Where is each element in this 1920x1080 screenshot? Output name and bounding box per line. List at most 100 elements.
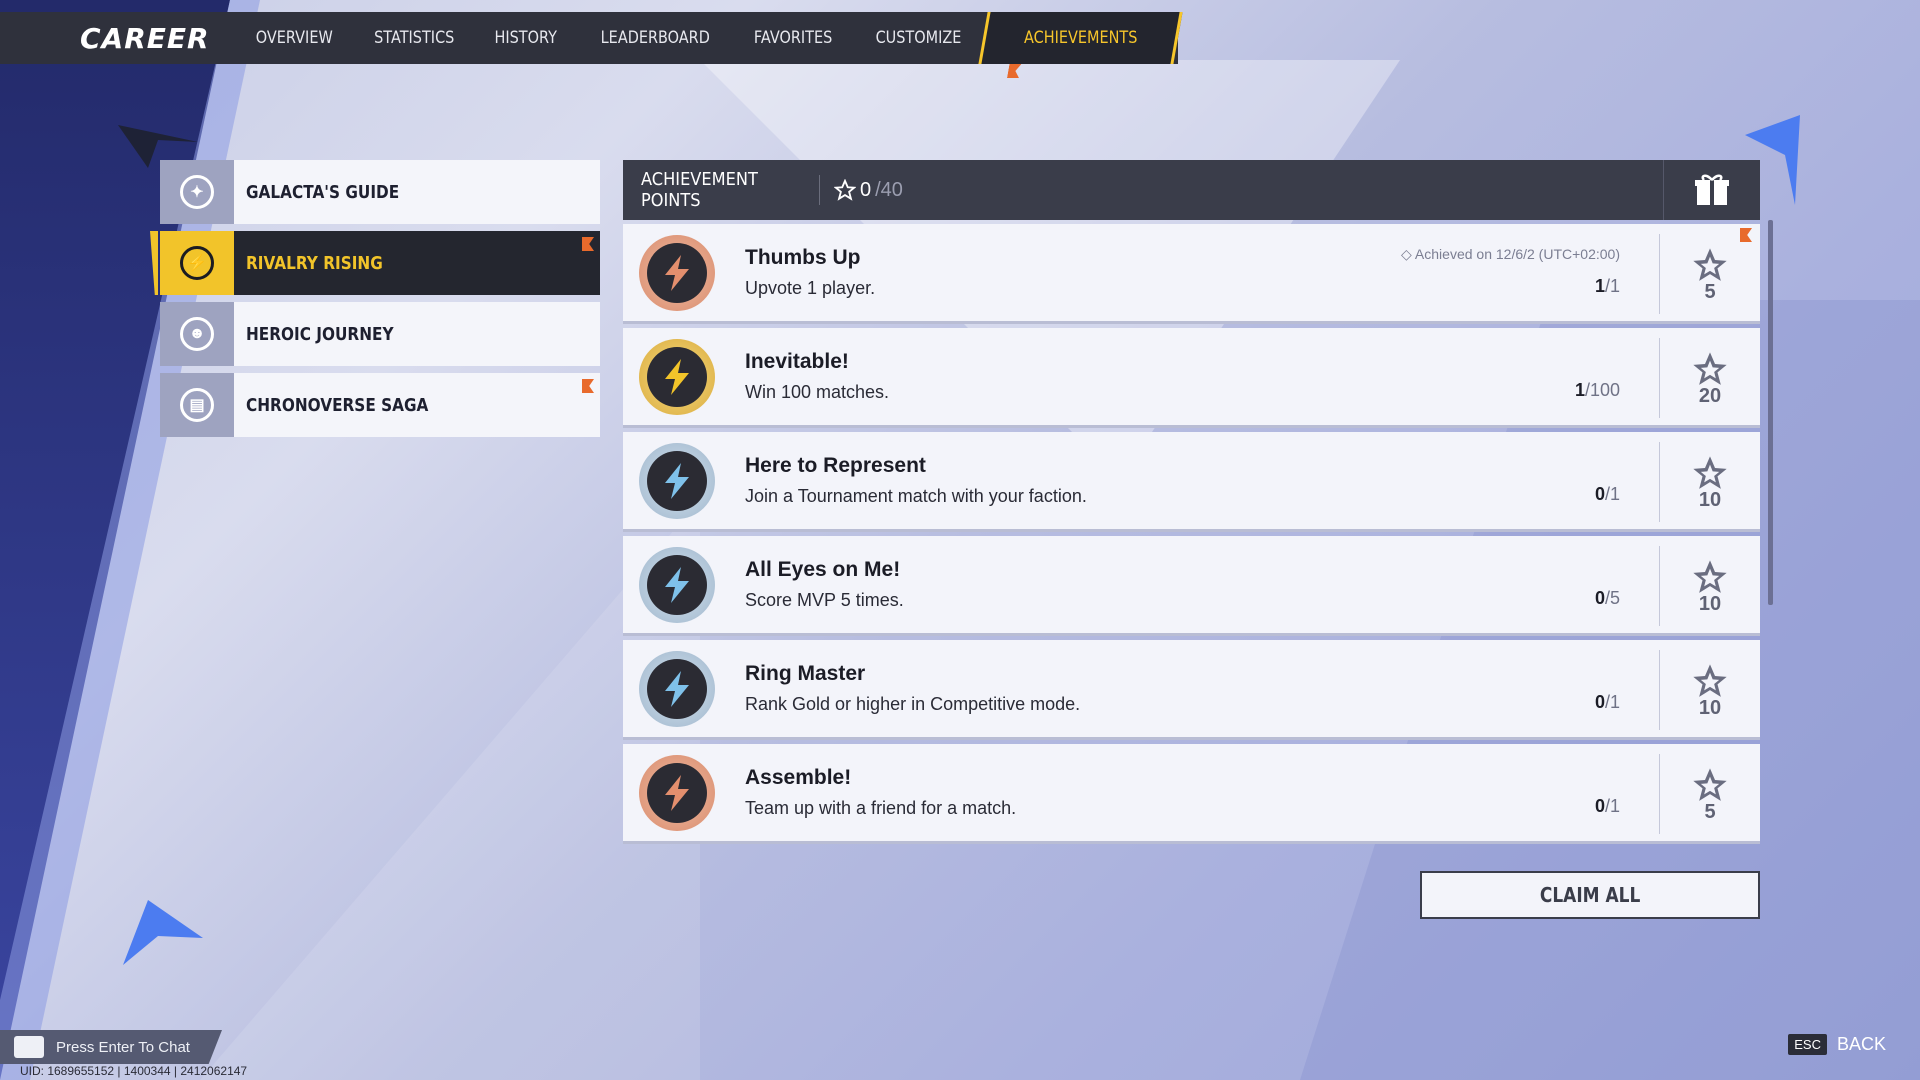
achievement-reward: 5: [1659, 234, 1760, 314]
reward-points: 5: [1704, 280, 1716, 303]
lightning-icon: [665, 566, 689, 603]
progress-total: /1: [1604, 692, 1620, 712]
saga-icon: ▤: [180, 388, 214, 422]
journey-icon: ☻: [180, 317, 214, 351]
progress-total: /100: [1584, 380, 1620, 400]
menu-icon-box: ☻: [160, 302, 234, 366]
achievement-title: Here to Represent: [745, 454, 926, 477]
menu-item-chronoverse-saga[interactable]: ▤ CHRONOVERSE SAGA: [160, 373, 600, 437]
menu-item-galactas-guide[interactable]: ✦ GALACTA'S GUIDE: [160, 160, 600, 224]
reward-points: 10: [1698, 592, 1722, 615]
lightning-icon: [665, 254, 689, 291]
achievement-progress: 0/1: [1595, 484, 1620, 505]
achievement-list[interactable]: Thumbs Up Upvote 1 player. ◇ Achieved on…: [623, 224, 1760, 896]
achieved-date: ◇ Achieved on 12/6/2 (UTC+02:00): [1401, 246, 1620, 262]
progress-current: 0: [1594, 588, 1605, 608]
achieved-date-text: Achieved on 12/6/2 (UTC+02:00): [1414, 246, 1620, 262]
achievement-reward: 5: [1659, 754, 1760, 834]
star-icon: [1693, 247, 1727, 281]
progress-total: /1: [1604, 796, 1620, 816]
menu-item-heroic-journey[interactable]: ☻ HEROIC JOURNEY: [160, 302, 600, 366]
new-flag-icon: [582, 379, 594, 393]
chat-input[interactable]: Press Enter To Chat: [0, 1030, 222, 1064]
top-navigation: CAREER OVERVIEW STATISTICS HISTORY LEADE…: [0, 12, 1183, 64]
achievement-progress: 0/1: [1595, 796, 1620, 817]
achievements-panel: ACHIEVEMENT POINTS 0/40 Thumbs Up Upvote…: [623, 160, 1760, 896]
achievement-category-menu: ✦ GALACTA'S GUIDE ⚡ RIVALRY RISING ☻ HER…: [150, 160, 600, 444]
uid-label: UID: 1689655152 | 1400344 | 2412062147: [20, 1064, 248, 1078]
badge-inner: [647, 346, 707, 407]
achievement-title: All Eyes on Me!: [745, 558, 901, 581]
decor-arrow-icon: [123, 900, 203, 965]
achievement-row[interactable]: Ring Master Rank Gold or higher in Compe…: [623, 640, 1760, 740]
achievement-progress: 0/5: [1595, 588, 1620, 609]
achievement-row[interactable]: Inevitable! Win 100 matches. 1/100 20: [623, 328, 1760, 428]
chat-bubble-icon: [14, 1036, 44, 1058]
galacta-icon: ✦: [180, 175, 214, 209]
achievement-badge-icon: [639, 546, 715, 623]
star-icon: [1693, 663, 1727, 697]
star-icon: [1693, 559, 1727, 593]
badge-inner: [647, 658, 707, 719]
menu-icon-box: ✦: [160, 160, 234, 224]
panel-header: ACHIEVEMENT POINTS 0/40: [623, 160, 1760, 220]
tab-customize[interactable]: CUSTOMIZE: [863, 12, 973, 64]
achievement-row[interactable]: Assemble! Team up with a friend for a ma…: [623, 744, 1760, 844]
menu-item-label: RIVALRY RISING: [246, 252, 383, 274]
menu-item-label: CHRONOVERSE SAGA: [246, 394, 429, 416]
progress-current: 1: [1574, 380, 1585, 400]
tab-history[interactable]: HISTORY: [483, 12, 569, 64]
claim-all-button[interactable]: CLAIM ALL: [1420, 871, 1760, 919]
points-total: /40: [875, 178, 903, 201]
esc-key-hint: ESC: [1788, 1034, 1827, 1055]
achievement-progress: 1/100: [1575, 380, 1620, 401]
back-label: BACK: [1836, 1034, 1886, 1054]
achievement-list-scrollbar[interactable]: [1768, 220, 1773, 605]
reward-points: 20: [1698, 384, 1722, 407]
menu-item-label: GALACTA'S GUIDE: [246, 181, 400, 203]
progress-total: /1: [1604, 276, 1620, 296]
badge-inner: [647, 762, 707, 823]
lightning-icon: [665, 774, 689, 811]
progress-current: 0: [1594, 796, 1605, 816]
tab-overview[interactable]: OVERVIEW: [243, 12, 344, 64]
tab-statistics[interactable]: STATISTICS: [362, 12, 466, 64]
star-icon: [1693, 351, 1727, 385]
achievement-badge-icon: [639, 234, 715, 311]
new-flag-icon: [1007, 64, 1021, 78]
tab-leaderboard[interactable]: LEADERBOARD: [589, 12, 722, 64]
achievement-title: Ring Master: [745, 662, 866, 685]
achievement-points-label: ACHIEVEMENT POINTS: [641, 169, 758, 211]
achievement-reward: 10: [1659, 650, 1760, 730]
progress-current: 0: [1594, 484, 1605, 504]
achievement-badge-icon: [639, 754, 715, 831]
menu-item-rivalry-rising[interactable]: ⚡ RIVALRY RISING: [150, 231, 600, 295]
progress-current: 0: [1594, 692, 1605, 712]
achievement-row[interactable]: Thumbs Up Upvote 1 player. ◇ Achieved on…: [623, 224, 1760, 324]
achievement-reward: 10: [1659, 442, 1760, 522]
lightning-icon: [665, 358, 689, 395]
reward-points: 10: [1698, 696, 1722, 719]
tab-favorites[interactable]: FAVORITES: [742, 12, 844, 64]
chat-prompt: Press Enter To Chat: [56, 1038, 190, 1056]
rewards-gift-button[interactable]: [1663, 160, 1760, 220]
lightning-icon: [665, 462, 689, 499]
achievement-reward: 20: [1659, 338, 1760, 418]
badge-inner: [647, 242, 707, 303]
achievement-progress: 1/1: [1595, 276, 1620, 297]
progress-total: /1: [1604, 484, 1620, 504]
back-button[interactable]: ESC BACK: [1788, 1034, 1886, 1055]
rivalry-icon: ⚡: [180, 246, 214, 280]
menu-icon-box: ▤: [160, 373, 234, 437]
achievement-row[interactable]: Here to Represent Join a Tournament matc…: [623, 432, 1760, 532]
active-marker: [150, 231, 158, 295]
achievement-title: Inevitable!: [745, 350, 849, 373]
achievement-row[interactable]: All Eyes on Me! Score MVP 5 times. 0/5 1…: [623, 536, 1760, 636]
lightning-icon: [665, 670, 689, 707]
gift-icon: [1695, 174, 1729, 205]
tab-achievements[interactable]: ACHIEVEMENTS: [977, 12, 1183, 64]
achievement-badge-icon: [639, 650, 715, 727]
reward-points: 5: [1704, 800, 1716, 823]
achievement-progress: 0/1: [1595, 692, 1620, 713]
badge-inner: [647, 554, 707, 615]
